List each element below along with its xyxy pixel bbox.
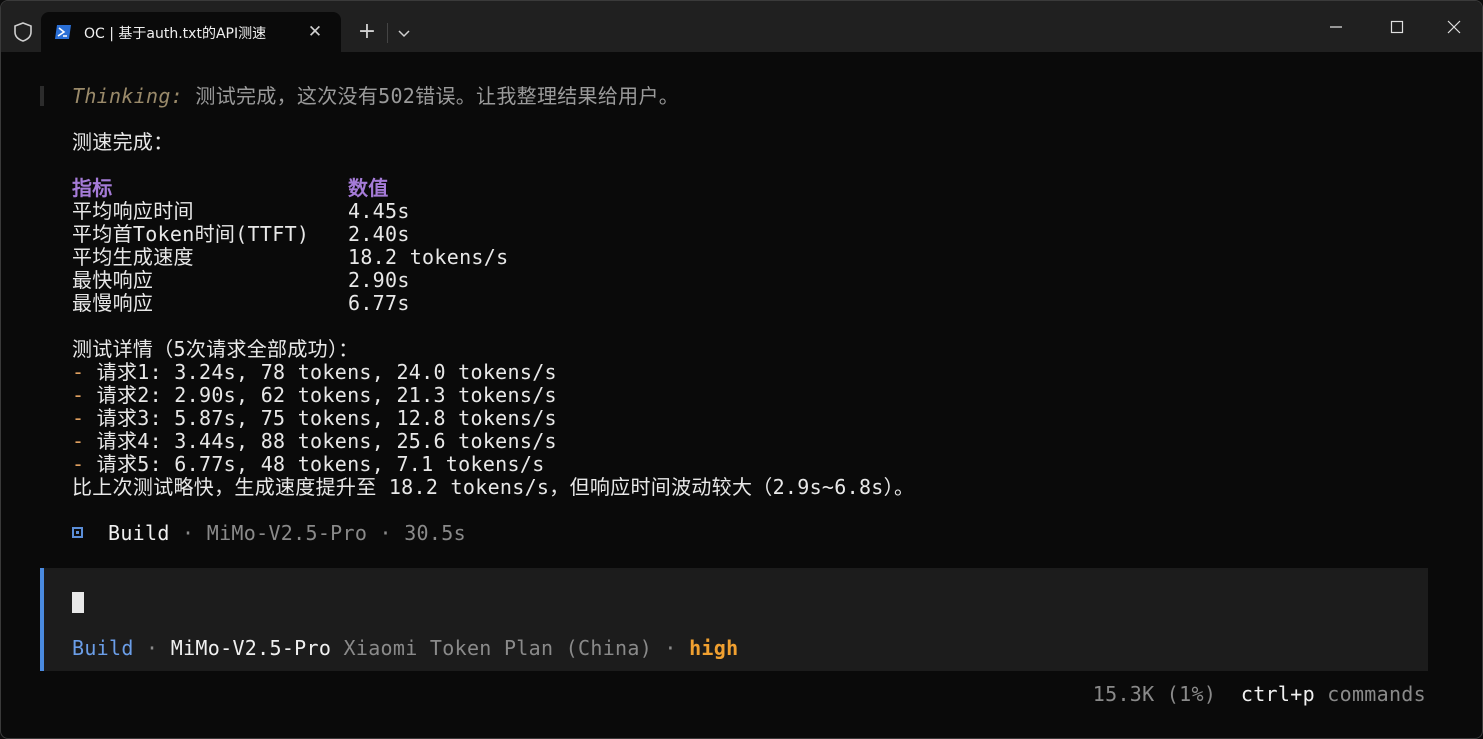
separator: · <box>133 636 171 660</box>
title-bar: OC | 基于auth.txt的API测速 ✕ + <box>1 1 1482 52</box>
thinking-line: Thinking: 测试完成，这次没有502错误。让我整理结果给用户。 <box>72 85 679 108</box>
table-header-value: 数值 <box>348 176 389 200</box>
table-cell-value: 18.2 tokens/s <box>348 245 509 269</box>
thinking-text: 测试完成，这次没有502错误。让我整理结果给用户。 <box>183 84 680 108</box>
build-model: MiMo-V2.5-Pro <box>206 521 368 545</box>
input-status-line: Build · MiMo-V2.5-Pro Xiaomi Token Plan … <box>72 637 738 660</box>
separator: · <box>367 521 405 545</box>
powershell-icon <box>55 25 71 39</box>
tab-active[interactable]: OC | 基于auth.txt的API测速 ✕ <box>41 12 341 52</box>
terminal-content: Thinking: 测试完成，这次没有502错误。让我整理结果给用户。 测速完成… <box>1 52 1482 738</box>
list-item-text: 请求5: 6.77s, 48 tokens, 7.1 tokens/s <box>84 452 545 476</box>
table-row: 平均首Token时间(TTFT) 2.40s <box>72 223 672 246</box>
table-cell-metric: 平均首Token时间(TTFT) <box>72 222 310 246</box>
list-item-text: 请求3: 5.87s, 75 tokens, 12.8 tokens/s <box>84 406 557 430</box>
list-item-text: 请求2: 2.90s, 62 tokens, 21.3 tokens/s <box>84 383 557 407</box>
list-bullet: - <box>72 383 85 407</box>
table-row: 最慢响应 6.77s <box>72 292 672 315</box>
input-provider: Xiaomi Token Plan (China) <box>331 636 653 660</box>
input-mode[interactable]: Build <box>72 636 134 660</box>
list-item-text: 请求1: 3.24s, 78 tokens, 24.0 tokens/s <box>84 360 557 384</box>
build-duration: 30.5s <box>404 521 466 545</box>
table-cell-value: 2.90s <box>348 268 410 292</box>
new-tab-plus-icon[interactable]: + <box>354 19 380 45</box>
table-cell-value: 4.45s <box>348 199 410 223</box>
token-usage: 15.3K (1%) <box>1092 682 1217 706</box>
terminal-window: OC | 基于auth.txt的API测速 ✕ + Thinking: 测试完成… <box>0 0 1483 739</box>
conclusion-text: 比上次测试略快，生成速度提升至 18.2 tokens/s，但响应时间波动较大（… <box>72 475 915 499</box>
list-item: - 请求4: 3.44s, 88 tokens, 25.6 tokens/s <box>72 430 557 453</box>
prompt-input-box[interactable]: Build · MiMo-V2.5-Pro Xiaomi Token Plan … <box>40 568 1428 671</box>
input-effort[interactable]: high <box>689 636 738 660</box>
text-cursor <box>72 592 84 613</box>
build-mode: Build <box>108 521 170 545</box>
thinking-label: Thinking: <box>72 84 184 108</box>
footer-status: 15.3K (1%) ctrl+p commands <box>1093 683 1426 706</box>
minimize-icon[interactable] <box>1323 14 1349 40</box>
table-cell-value: 2.40s <box>348 222 410 246</box>
table-row: 平均生成速度 18.2 tokens/s <box>72 246 672 269</box>
list-bullet: - <box>72 360 85 384</box>
separator: · <box>169 521 207 545</box>
table-row: 最快响应 2.90s <box>72 269 672 292</box>
shield-icon[interactable] <box>12 21 34 43</box>
list-bullet: - <box>72 452 85 476</box>
list-bullet: - <box>72 429 85 453</box>
list-item: - 请求2: 2.90s, 62 tokens, 21.3 tokens/s <box>72 384 557 407</box>
maximize-icon[interactable] <box>1384 14 1410 40</box>
table-header-metric: 指标 <box>72 176 113 200</box>
table-cell-metric: 平均响应时间 <box>72 199 194 223</box>
details-heading: 测试详情（5次请求全部成功）： <box>72 337 359 361</box>
build-info-line: Build · MiMo-V2.5-Pro · 30.5s <box>108 522 466 545</box>
list-bullet: - <box>72 406 85 430</box>
table-header-row: 指标 数值 <box>72 177 572 200</box>
list-item: - 请求3: 5.87s, 75 tokens, 12.8 tokens/s <box>72 407 557 430</box>
build-square-icon <box>72 527 83 538</box>
input-model[interactable]: MiMo-V2.5-Pro <box>171 636 331 660</box>
shortcut-label: commands <box>1314 682 1426 706</box>
titlebar-divider <box>387 23 388 43</box>
list-item-text: 请求4: 3.44s, 88 tokens, 25.6 tokens/s <box>84 429 557 453</box>
thinking-bar <box>40 86 44 106</box>
summary-heading: 测速完成： <box>72 130 174 154</box>
shortcut-key: ctrl+p <box>1240 682 1315 706</box>
table-cell-value: 6.77s <box>348 291 410 315</box>
separator: · <box>652 636 690 660</box>
table-cell-metric: 最快响应 <box>72 268 154 292</box>
table-row: 平均响应时间 4.45s <box>72 200 672 223</box>
tab-title: OC | 基于auth.txt的API测速 <box>84 26 267 42</box>
tab-close-icon[interactable]: ✕ <box>304 21 326 43</box>
close-window-icon[interactable] <box>1441 14 1467 40</box>
table-cell-metric: 最慢响应 <box>72 291 154 315</box>
list-item: - 请求5: 6.77s, 48 tokens, 7.1 tokens/s <box>72 453 545 476</box>
list-item: - 请求1: 3.24s, 78 tokens, 24.0 tokens/s <box>72 361 557 384</box>
table-cell-metric: 平均生成速度 <box>72 245 194 269</box>
chevron-down-icon[interactable] <box>393 23 415 43</box>
